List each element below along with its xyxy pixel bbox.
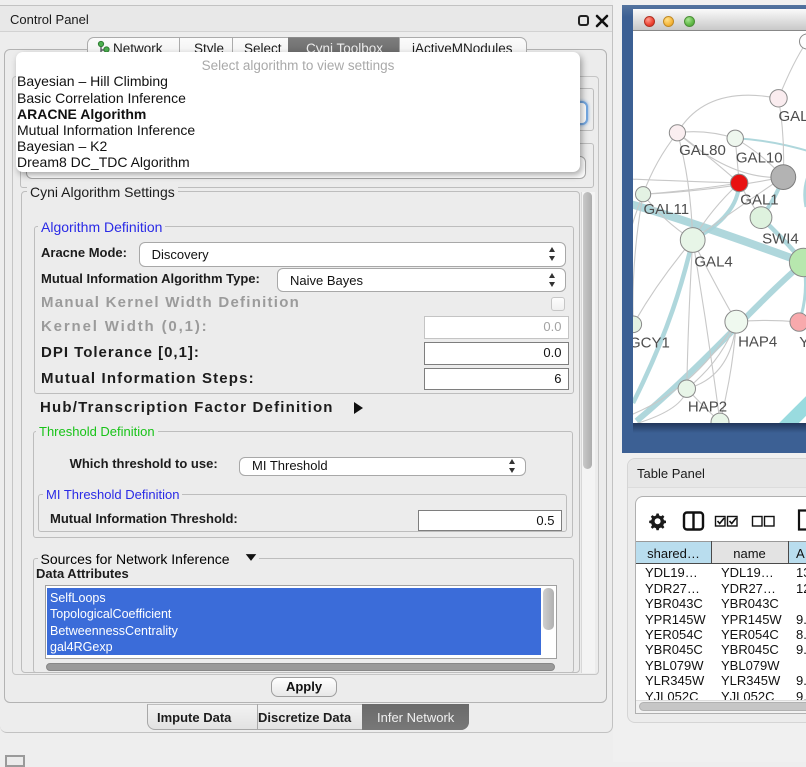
- svg-text:GCY1: GCY1: [633, 335, 670, 352]
- svg-text:HAP4: HAP4: [738, 334, 777, 351]
- svg-text:GAL1: GAL1: [740, 191, 778, 208]
- svg-text:Y: Y: [799, 334, 806, 351]
- svg-text:SWI4: SWI4: [762, 231, 799, 248]
- svg-text:GAL11: GAL11: [644, 201, 690, 218]
- svg-text:GAL4: GAL4: [694, 254, 732, 271]
- svg-text:GAL10: GAL10: [736, 150, 783, 167]
- svg-text:GAL2: GAL2: [779, 108, 806, 125]
- svg-text:GAL80: GAL80: [679, 142, 726, 159]
- svg-text:HAP2: HAP2: [688, 399, 727, 416]
